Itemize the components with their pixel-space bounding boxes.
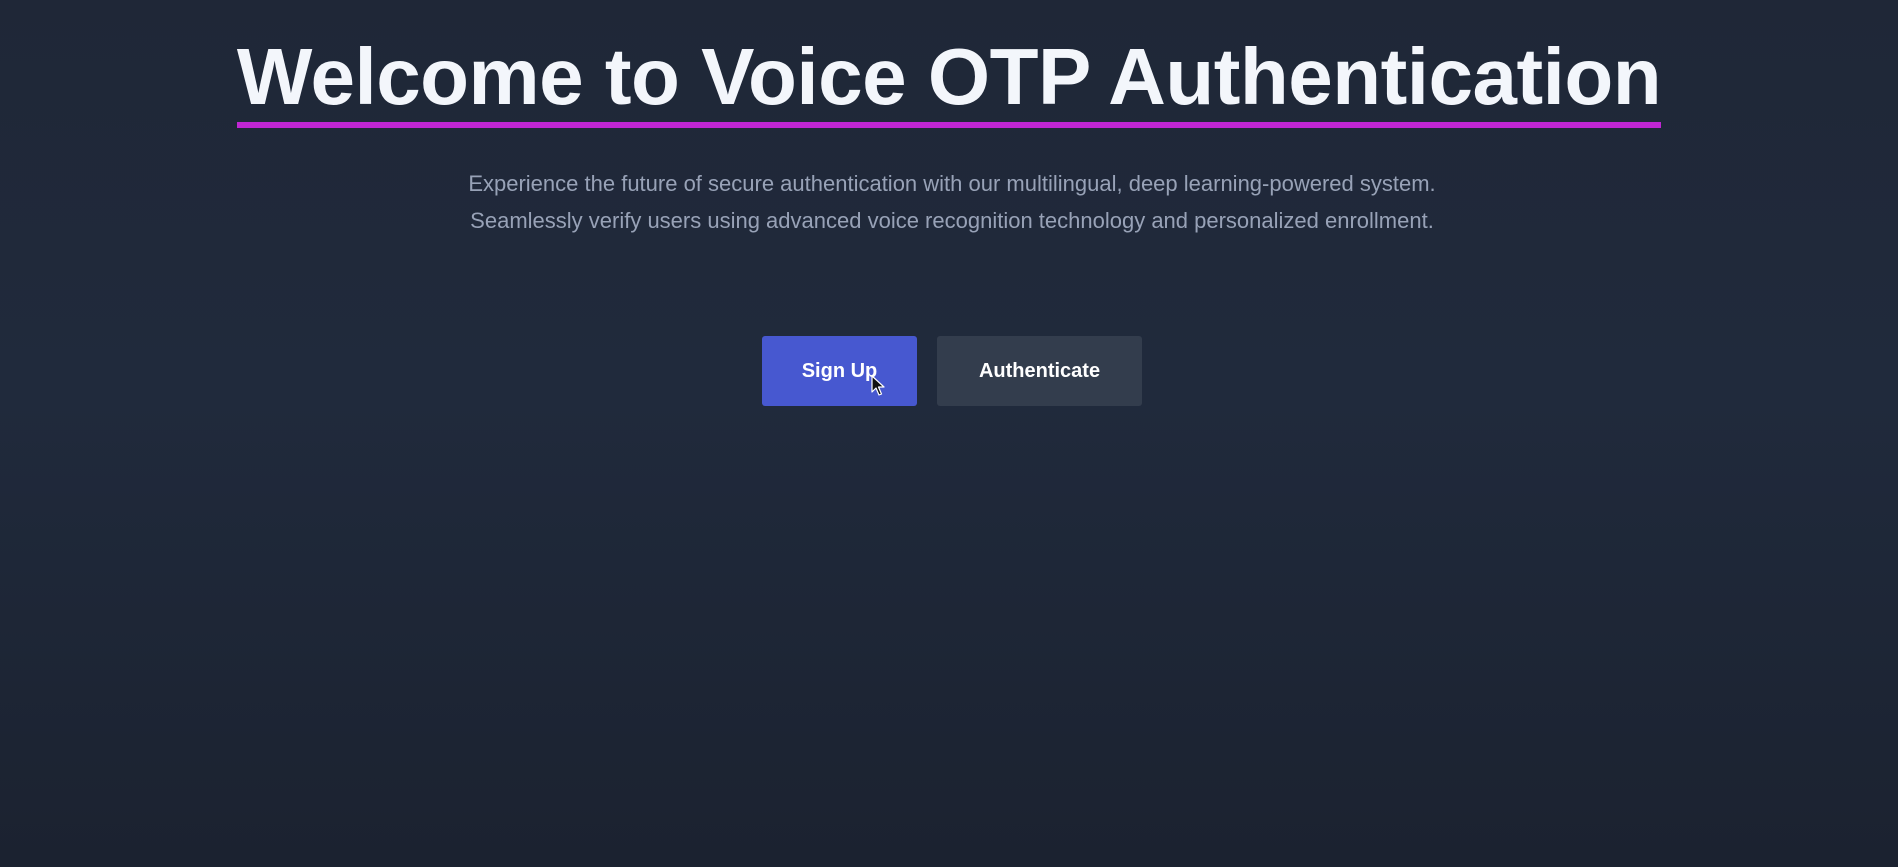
- page-title: Welcome to Voice OTP Authentication: [236, 34, 1662, 128]
- sign-up-button[interactable]: Sign Up: [762, 336, 917, 406]
- authenticate-button[interactable]: Authenticate: [937, 336, 1142, 406]
- mouse-pointer-icon: [871, 375, 885, 396]
- title-container: Welcome to Voice OTP Authentication: [0, 34, 1898, 128]
- hero-section: Welcome to Voice OTP Authentication Expe…: [0, 0, 1898, 867]
- hero-description: Experience the future of secure authenti…: [468, 171, 1436, 233]
